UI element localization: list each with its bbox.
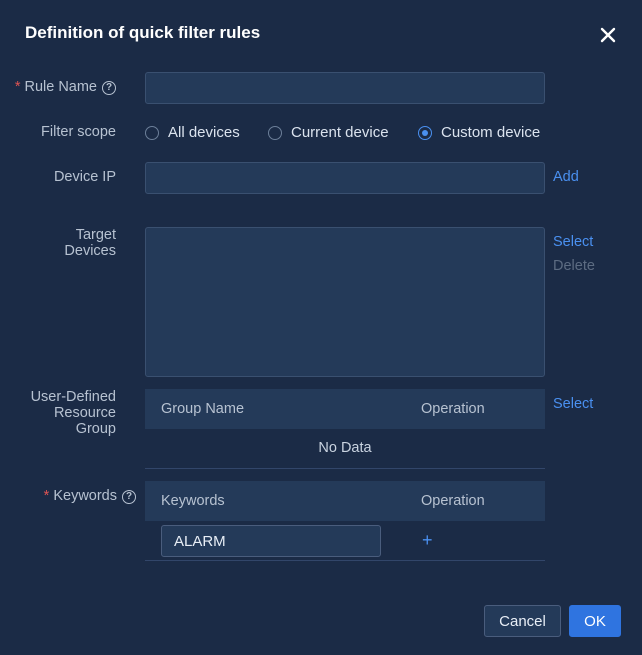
select-resource-group-link[interactable]: Select — [553, 396, 593, 412]
rule-name-label: * Rule Name? — [15, 79, 116, 95]
resource-group-table: Group Name Operation No Data — [145, 389, 545, 469]
radio-circle-checked — [418, 125, 432, 140]
target-devices-textarea[interactable] — [145, 227, 545, 377]
resource-group-label-line3: Group — [75, 421, 116, 437]
rule-name-label-text: Rule Name — [24, 79, 97, 95]
radio-current-device[interactable]: Current device — [268, 124, 389, 141]
device-ip-input[interactable] — [145, 162, 545, 194]
required-marker: * — [43, 488, 50, 504]
dialog-title: Definition of quick filter rules — [25, 23, 261, 42]
radio-custom-device[interactable]: Custom device — [418, 124, 540, 141]
select-target-devices-link[interactable]: Select — [553, 234, 593, 250]
filter-scope-label: Filter scope — [41, 124, 116, 140]
keywords-label: * Keywords? — [44, 488, 136, 504]
required-marker: * — [14, 79, 21, 95]
delete-target-devices-link: Delete — [553, 258, 595, 274]
radio-current-device-label: Current device — [291, 124, 389, 141]
column-operation: Operation — [421, 493, 485, 509]
radio-all-devices-label: All devices — [168, 124, 240, 141]
keyword-input[interactable] — [161, 525, 381, 557]
table-header: Group Name Operation — [145, 389, 545, 429]
resource-group-label: User-Defined Resource Group — [31, 389, 116, 437]
radio-circle — [145, 125, 159, 140]
help-icon[interactable]: ? — [102, 81, 116, 95]
keywords-label-text: Keywords — [53, 488, 117, 504]
column-group-name: Group Name — [161, 401, 245, 417]
table-row: + — [145, 521, 545, 561]
radio-all-devices[interactable]: All devices — [145, 124, 240, 141]
column-operation: Operation — [421, 401, 485, 417]
target-devices-label: Target Devices — [64, 227, 116, 259]
target-devices-label-line2: Devices — [64, 243, 116, 259]
table-header: Keywords Operation — [145, 481, 545, 521]
radio-custom-device-label: Custom device — [441, 124, 541, 141]
radio-circle — [268, 125, 282, 140]
add-device-ip-link[interactable]: Add — [553, 169, 579, 185]
resource-group-label-line2: Resource — [53, 405, 116, 421]
ok-button[interactable]: OK — [569, 605, 621, 637]
resource-group-label-line1: User-Defined — [30, 389, 116, 405]
keywords-table: Keywords Operation + — [145, 481, 545, 561]
rule-name-input[interactable] — [145, 72, 545, 104]
empty-state-text: No Data — [145, 429, 545, 469]
close-icon[interactable] — [597, 24, 619, 46]
quick-filter-dialog: Definition of quick filter rules * Rule N… — [0, 0, 642, 655]
device-ip-label: Device IP — [53, 169, 116, 185]
target-devices-label-line1: Target — [75, 227, 116, 243]
add-keyword-icon[interactable]: + — [422, 530, 433, 550]
cancel-button[interactable]: Cancel — [484, 605, 561, 637]
help-icon[interactable]: ? — [122, 490, 136, 504]
column-keywords: Keywords — [161, 493, 225, 509]
